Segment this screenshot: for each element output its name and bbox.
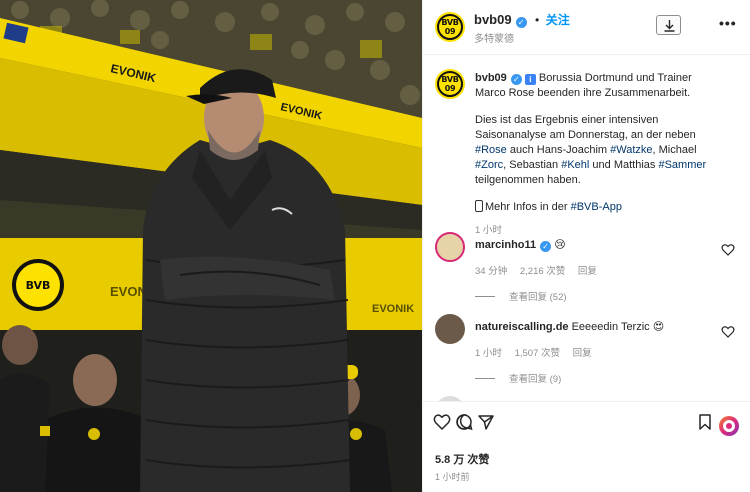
bookmark-icon[interactable] bbox=[696, 413, 714, 431]
caption-line1: Borussia Dortmund und Trainer Marco Rose… bbox=[475, 72, 692, 99]
comment-likes[interactable]: 1,507 次赞 bbox=[515, 348, 560, 359]
comment-text: marcinho11 ✓ 😢 bbox=[475, 238, 725, 253]
share-icon[interactable] bbox=[477, 413, 495, 431]
view-replies-label: 查看回复 (9) bbox=[509, 374, 562, 385]
download-button[interactable] bbox=[656, 15, 681, 35]
follow-button[interactable]: 关注 bbox=[546, 13, 570, 27]
comment-body: Eeeeedin Terzic bbox=[571, 321, 650, 333]
hashtag-bvb-app[interactable]: #BVB-App bbox=[571, 201, 622, 213]
verified-icon: ✓ bbox=[510, 74, 522, 85]
comments-list[interactable]: BVB 09 bvb09 ✓ i Borussia Dortmund und Tr… bbox=[423, 56, 750, 401]
phone-icon bbox=[475, 200, 483, 212]
comment-text: natureiscalling.de Eeeeedin Terzic 😍 bbox=[475, 320, 725, 335]
view-replies[interactable]: 查看回复 (9) bbox=[475, 371, 561, 385]
photo-illustration: EVONIK EVONIK BVB EVONIK EVONIK bbox=[0, 0, 422, 492]
header-username[interactable]: bvb09 bbox=[474, 12, 512, 27]
comment-username[interactable]: natureiscalling.de bbox=[475, 321, 569, 333]
caption-avatar[interactable]: BVB 09 bbox=[435, 69, 465, 99]
avatar[interactable]: BVB 09 bbox=[435, 12, 465, 42]
comment-emoji: 😍 bbox=[652, 321, 665, 333]
view-replies-label: 查看回复 (52) bbox=[509, 292, 567, 303]
comment-username[interactable]: marcinho11 bbox=[475, 239, 536, 251]
comment-emoji: 😢 bbox=[554, 239, 566, 251]
hashtag-kehl[interactable]: #Kehl bbox=[561, 159, 589, 171]
hashtag-watzke[interactable]: #Watzke bbox=[610, 144, 652, 156]
caption-text-c: , Michael bbox=[652, 144, 697, 156]
like-comment-heart-icon[interactable] bbox=[721, 325, 735, 339]
likes-count[interactable]: 5.8 万 次赞 bbox=[435, 451, 489, 467]
comment-likes[interactable]: 2,216 次赞 bbox=[520, 266, 565, 277]
divider bbox=[475, 296, 495, 297]
caption-avatar-text: BVB 09 bbox=[441, 75, 459, 93]
post-details-panel: BVB 09 bvb09 ✓ • 关注 多特蒙德 ••• BVB 09 bvb09… bbox=[422, 0, 750, 492]
caption: BVB 09 bvb09 ✓ i Borussia Dortmund und Tr… bbox=[435, 69, 735, 236]
divider bbox=[475, 378, 495, 379]
separator-dot: • bbox=[535, 13, 540, 27]
verified-icon: ✓ bbox=[515, 17, 527, 28]
caption-text-f: teilgenommen haben. bbox=[475, 174, 581, 186]
comment-avatar[interactable] bbox=[435, 232, 465, 262]
more-options-icon[interactable]: ••• bbox=[719, 15, 737, 31]
hashtag-zorc[interactable]: #Zorc bbox=[475, 159, 503, 171]
caption-username[interactable]: bvb09 bbox=[475, 72, 507, 84]
reply-button[interactable]: 回复 bbox=[573, 348, 592, 359]
svg-text:BVB: BVB bbox=[26, 279, 51, 292]
caption-text: bvb09 ✓ i Borussia Dortmund und Trainer M… bbox=[475, 71, 725, 238]
caption-text-d: , Sebastian bbox=[503, 159, 562, 171]
caption-text-e: und Matthias bbox=[589, 159, 659, 171]
hashtag-rose[interactable]: #Rose bbox=[475, 144, 507, 156]
caption-text-b: auch Hans-Joachim bbox=[506, 144, 611, 156]
comment-time: 34 分钟 bbox=[475, 266, 508, 277]
comment-item: marcinho11 ✓ 😢 34 分钟 2,216 次赞 回复 查看回复 (52… bbox=[435, 232, 735, 303]
comment-item: natureiscalling.de Eeeeedin Terzic 😍 1 小… bbox=[435, 314, 735, 385]
like-comment-heart-icon[interactable] bbox=[721, 243, 735, 257]
comment-icon[interactable] bbox=[455, 413, 473, 431]
post-time: 1 小时前 bbox=[435, 472, 470, 482]
comment-avatar[interactable] bbox=[435, 314, 465, 344]
location-label[interactable]: 多特蒙德 bbox=[474, 30, 514, 45]
caption-text-g: Mehr Infos in der bbox=[485, 201, 571, 213]
reply-button[interactable]: 回复 bbox=[578, 266, 597, 277]
svg-text:EVONIK: EVONIK bbox=[372, 303, 414, 315]
download-icon bbox=[664, 20, 675, 32]
floating-instagram-icon[interactable] bbox=[719, 416, 739, 436]
hashtag-sammer[interactable]: #Sammer bbox=[658, 159, 706, 171]
comment-time: 1 小时 bbox=[475, 348, 502, 359]
comment-meta: 1 小时 1,507 次赞 回复 bbox=[475, 345, 602, 359]
view-replies[interactable]: 查看回复 (52) bbox=[475, 289, 567, 303]
avatar-text: BVB 09 bbox=[441, 18, 459, 36]
header-username-row: bvb09 ✓ • 关注 bbox=[474, 11, 570, 29]
verified-icon: ✓ bbox=[540, 241, 552, 252]
post-photo[interactable]: EVONIK EVONIK BVB EVONIK EVONIK bbox=[0, 0, 422, 492]
post-header: BVB 09 bvb09 ✓ • 关注 多特蒙德 ••• bbox=[423, 0, 750, 55]
action-bar: 5.8 万 次赞 1 小时前 bbox=[423, 401, 750, 492]
heart-icon[interactable] bbox=[433, 413, 451, 431]
caption-text-a: Dies ist das Ergebnis einer intensiven S… bbox=[475, 114, 696, 141]
info-icon: i bbox=[524, 74, 536, 85]
comment-meta: 34 分钟 2,216 次赞 回复 bbox=[475, 263, 607, 277]
